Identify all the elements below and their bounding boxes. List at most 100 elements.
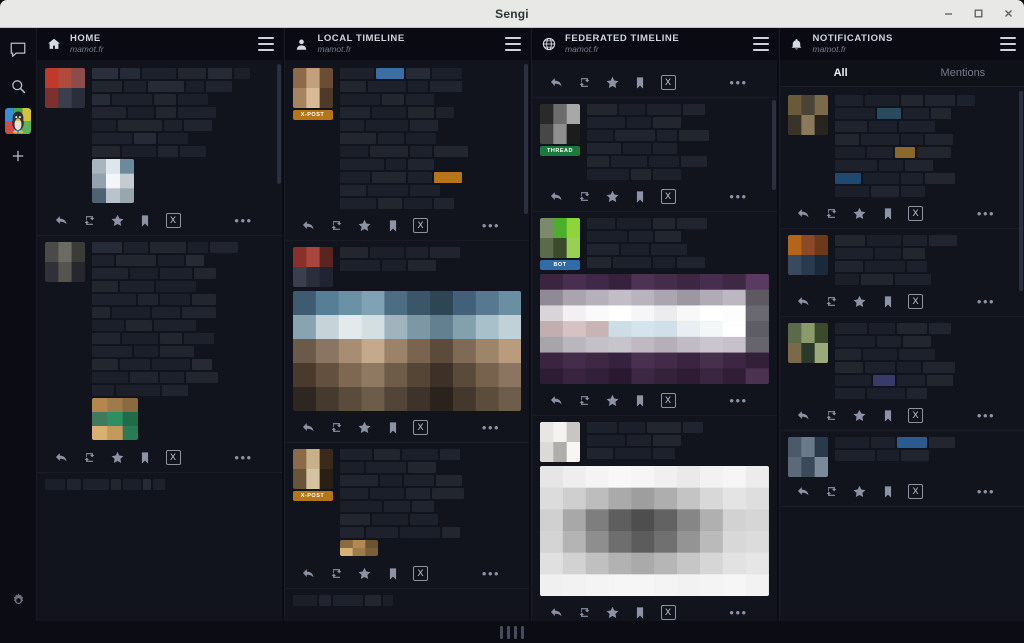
column-menu-icon[interactable] (257, 37, 274, 51)
column-stream-notifications[interactable]: X ••• X ••• X ••• X ••• (779, 87, 1024, 621)
more-options-icon[interactable]: ••• (972, 409, 1000, 422)
maximize-button[interactable] (968, 4, 988, 24)
post-avatar[interactable]: THREAD (540, 104, 580, 182)
remove-icon[interactable]: X (407, 218, 435, 233)
post-avatar[interactable] (787, 235, 828, 287)
post-item[interactable]: THREAD X ••• (532, 98, 777, 212)
bookmark-icon[interactable] (626, 394, 654, 408)
remove-icon[interactable]: X (902, 484, 930, 499)
reply-icon[interactable] (295, 566, 323, 581)
post-partial-bottom[interactable] (37, 473, 282, 490)
inline-media[interactable] (92, 159, 134, 203)
favourite-star-icon[interactable] (846, 206, 874, 221)
boost-icon[interactable] (323, 218, 351, 233)
boost-icon[interactable] (818, 408, 846, 423)
remove-icon[interactable]: X (159, 213, 187, 228)
post-partial[interactable]: X ••• (532, 62, 777, 98)
boost-icon[interactable] (323, 420, 351, 435)
post-media[interactable] (540, 274, 769, 384)
bookmark-icon[interactable] (379, 421, 407, 435)
post-avatar[interactable]: BOT (540, 218, 580, 270)
favourite-star-icon[interactable] (598, 189, 626, 204)
post-avatar[interactable]: X-POST (292, 68, 333, 211)
favourite-star-icon[interactable] (598, 393, 626, 408)
boost-icon[interactable] (570, 605, 598, 620)
post-avatar[interactable]: X-POST (292, 449, 333, 559)
reply-icon[interactable] (790, 206, 818, 221)
more-options-icon[interactable]: ••• (477, 421, 505, 434)
post-item[interactable]: X ••• (37, 62, 282, 236)
bookmark-icon[interactable] (131, 451, 159, 465)
reply-icon[interactable] (790, 294, 818, 309)
bookmark-icon[interactable] (874, 485, 902, 499)
more-options-icon[interactable]: ••• (972, 295, 1000, 308)
post-item[interactable]: X ••• (532, 416, 777, 621)
column-scrollbar[interactable] (1019, 91, 1023, 291)
post-item[interactable]: X ••• (779, 89, 1024, 229)
column-stream-federated[interactable]: X ••• THREAD X ••• BOT X ••• X ••• (532, 60, 777, 621)
boost-icon[interactable] (75, 213, 103, 228)
favourite-star-icon[interactable] (846, 484, 874, 499)
reply-icon[interactable] (542, 75, 570, 90)
post-avatar[interactable] (787, 437, 828, 477)
remove-icon[interactable]: X (902, 206, 930, 221)
reply-icon[interactable] (542, 189, 570, 204)
more-options-icon[interactable]: ••• (725, 606, 753, 619)
reply-icon[interactable] (542, 605, 570, 620)
remove-icon[interactable]: X (654, 393, 682, 408)
remove-icon[interactable]: X (902, 294, 930, 309)
more-options-icon[interactable]: ••• (725, 190, 753, 203)
post-item[interactable]: X ••• (779, 229, 1024, 317)
post-item[interactable]: X ••• (37, 236, 282, 473)
reply-icon[interactable] (47, 213, 75, 228)
tab-mentions[interactable]: Mentions (902, 60, 1024, 86)
column-stream-home[interactable]: X ••• X ••• (37, 60, 282, 621)
search-icon[interactable] (4, 72, 32, 100)
post-avatar[interactable] (45, 68, 85, 206)
settings-gear-icon[interactable] (5, 587, 31, 613)
boost-icon[interactable] (818, 484, 846, 499)
boost-icon[interactable] (818, 206, 846, 221)
post-item[interactable]: X ••• (779, 431, 1024, 507)
favourite-star-icon[interactable] (846, 408, 874, 423)
post-avatar[interactable] (45, 242, 85, 443)
more-options-icon[interactable]: ••• (972, 207, 1000, 220)
add-account-icon[interactable] (4, 142, 32, 170)
post-item[interactable]: X ••• (284, 241, 529, 443)
column-menu-icon[interactable] (752, 37, 769, 51)
remove-icon[interactable]: X (654, 189, 682, 204)
favourite-star-icon[interactable] (351, 420, 379, 435)
more-options-icon[interactable]: ••• (477, 219, 505, 232)
inline-media[interactable] (92, 398, 138, 440)
remove-icon[interactable]: X (654, 605, 682, 620)
more-options-icon[interactable]: ••• (477, 567, 505, 580)
reply-icon[interactable] (295, 420, 323, 435)
inline-media[interactable] (339, 540, 378, 556)
remove-icon[interactable]: X (159, 450, 187, 465)
window-resize-handle[interactable] (0, 621, 1024, 643)
boost-icon[interactable] (75, 450, 103, 465)
bookmark-icon[interactable] (874, 409, 902, 423)
reply-icon[interactable] (542, 393, 570, 408)
bookmark-icon[interactable] (379, 567, 407, 581)
column-menu-icon[interactable] (1000, 37, 1016, 51)
favourite-star-icon[interactable] (846, 294, 874, 309)
post-avatar[interactable] (292, 247, 333, 287)
boost-icon[interactable] (818, 294, 846, 309)
close-button[interactable] (998, 4, 1018, 24)
bookmark-icon[interactable] (131, 214, 159, 228)
remove-icon[interactable]: X (654, 75, 682, 90)
remove-icon[interactable]: X (407, 566, 435, 581)
reply-icon[interactable] (47, 450, 75, 465)
reply-icon[interactable] (790, 408, 818, 423)
bookmark-icon[interactable] (626, 606, 654, 620)
post-avatar[interactable] (787, 323, 828, 401)
more-options-icon[interactable]: ••• (230, 451, 258, 464)
column-menu-icon[interactable] (505, 37, 521, 51)
more-options-icon[interactable]: ••• (230, 214, 258, 227)
more-options-icon[interactable]: ••• (725, 76, 753, 89)
post-item[interactable]: BOT X ••• (532, 212, 777, 416)
boost-icon[interactable] (323, 566, 351, 581)
favourite-star-icon[interactable] (598, 75, 626, 90)
account-avatar[interactable] (5, 108, 31, 134)
